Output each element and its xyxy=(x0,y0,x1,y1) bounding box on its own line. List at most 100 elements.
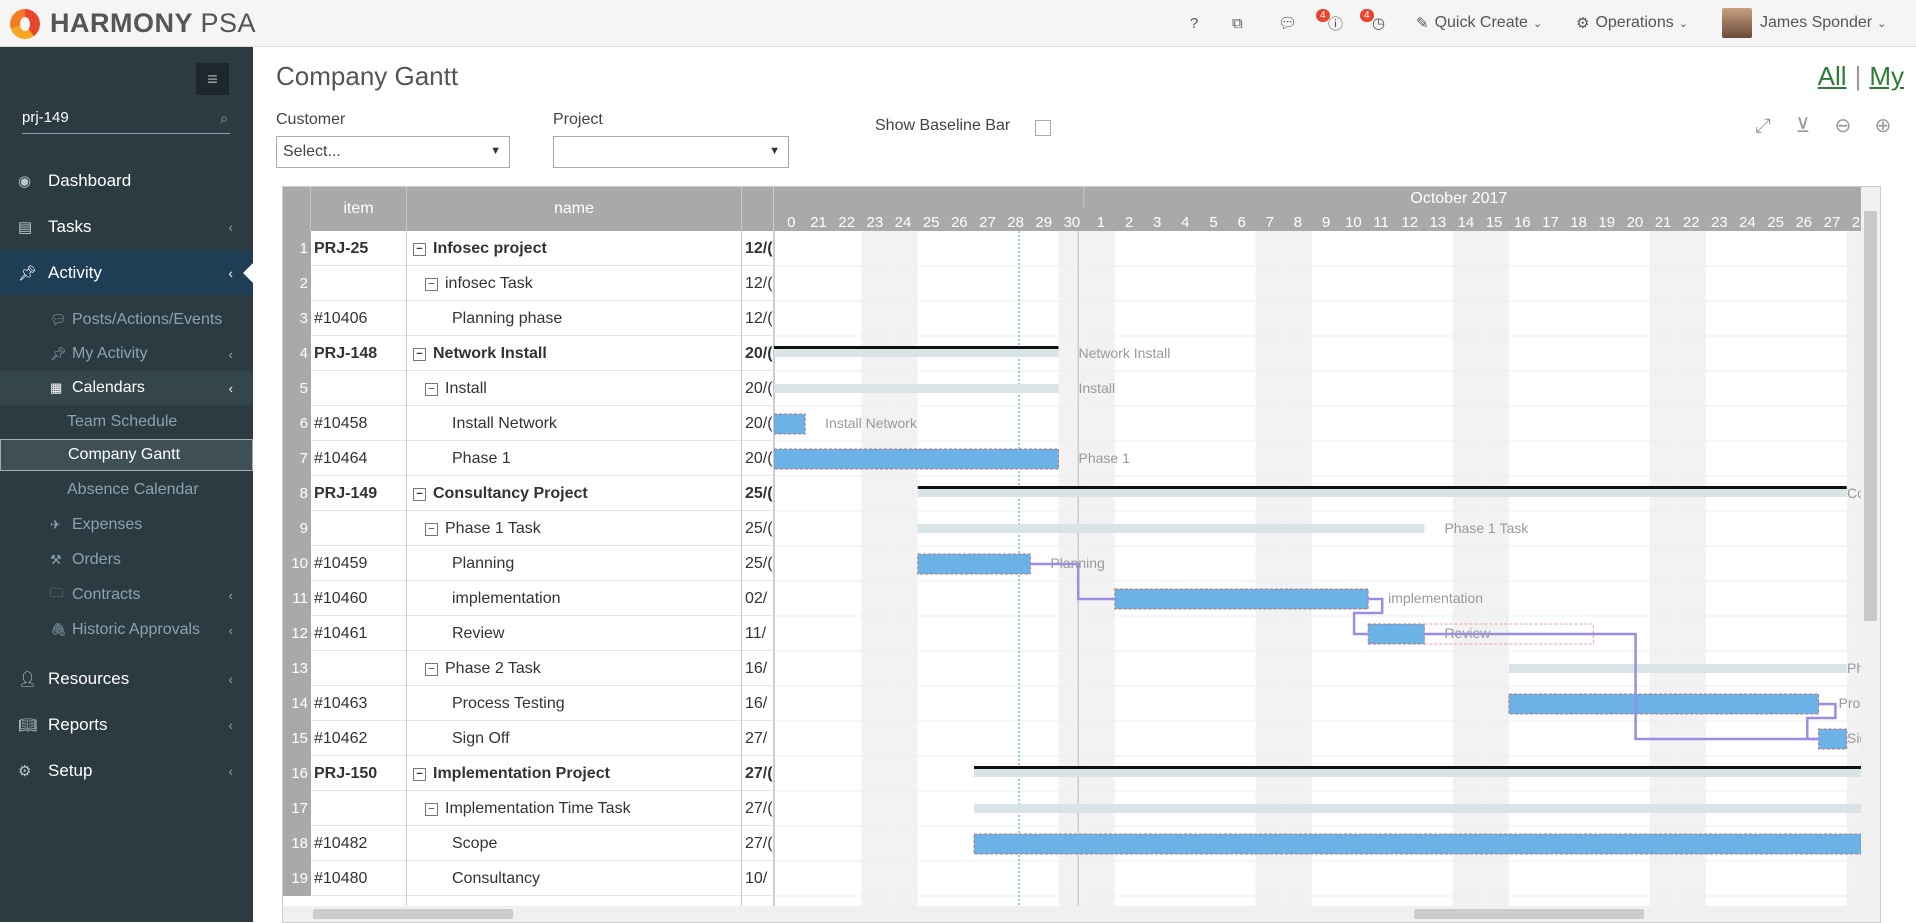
table-row[interactable]: 5−Install20/( xyxy=(283,371,774,406)
name-cell: −Phase 2 Task xyxy=(425,651,737,686)
customer-select[interactable]: Select...▼ xyxy=(276,136,510,168)
table-row[interactable]: 8PRJ-149−Consultancy Project25/( xyxy=(283,476,774,511)
help-button[interactable]: ? xyxy=(1190,0,1198,46)
sidebar-item-calendars[interactable]: ▦Calendars‹ xyxy=(0,371,253,405)
collapse-toggle-icon[interactable]: − xyxy=(413,768,426,781)
vertical-scroll-thumb[interactable] xyxy=(1864,211,1877,621)
timeline-horizontal-scrollbar[interactable] xyxy=(774,906,1880,922)
collapse-toggle-icon[interactable]: − xyxy=(413,348,426,361)
column-header-item[interactable]: item xyxy=(311,187,407,231)
sidebar-item-activity[interactable]: 📌︎Activity‹ xyxy=(0,251,253,295)
table-row[interactable]: 16PRJ-150−Implementation Project27/( xyxy=(283,756,774,791)
vertical-scrollbar[interactable] xyxy=(1861,187,1880,905)
table-row[interactable]: 9−Phase 1 Task25/( xyxy=(283,511,774,546)
grid-horizontal-scrollbar[interactable] xyxy=(283,906,774,922)
sidebar-item-absence-calendar[interactable]: Absence Calendar xyxy=(0,473,253,507)
collapse-toggle-icon[interactable]: − xyxy=(425,523,438,536)
search-icon[interactable]: ⌕ xyxy=(220,110,228,127)
export-button[interactable]: ⊻ xyxy=(1790,113,1816,139)
fullscreen-button[interactable]: ⤢ xyxy=(1750,113,1776,139)
sidebar-item-contracts[interactable]: 🗀︎Contracts‹ xyxy=(0,578,253,612)
my-link[interactable]: My xyxy=(1869,61,1904,91)
customer-select-value: Select... xyxy=(283,143,341,161)
pin-icon: 📌︎ xyxy=(50,346,72,362)
clock-notifications-button[interactable]: 4 ◷ xyxy=(1372,0,1402,46)
table-row[interactable]: 10#10459Planning25/( xyxy=(283,546,774,581)
task-bar[interactable] xyxy=(974,834,1861,854)
table-row[interactable]: 6#10458Install Network20/( xyxy=(283,406,774,441)
item-cell: #10480 xyxy=(314,861,404,896)
table-row[interactable]: 11#10460implementation02/ xyxy=(283,581,774,616)
sidebar-item-label: Company Gantt xyxy=(68,446,180,464)
chat-button[interactable]: 💬︎ xyxy=(1278,0,1297,46)
project-summary-bar[interactable] xyxy=(774,349,1059,357)
copy-button[interactable]: ⧉ xyxy=(1232,0,1243,46)
user-menu[interactable]: James Sponder⌄ xyxy=(1722,0,1886,46)
table-row[interactable]: 17−Implementation Time Task27/( xyxy=(283,791,774,826)
task-group-bar[interactable] xyxy=(1509,664,1847,673)
table-row[interactable]: 19#10480Consultancy10/ xyxy=(283,861,774,896)
project-summary-bar[interactable] xyxy=(974,769,1861,777)
table-row[interactable]: 15#10462Sign Off27/ xyxy=(283,721,774,756)
task-bar[interactable] xyxy=(774,414,805,434)
project-select[interactable]: ▼ xyxy=(553,136,789,168)
collapse-toggle-icon[interactable]: − xyxy=(425,663,438,676)
task-group-bar[interactable] xyxy=(774,384,1059,393)
sidebar-item-resources[interactable]: 👤︎Resources‹ xyxy=(0,657,253,701)
task-bar[interactable] xyxy=(1819,729,1847,749)
sidebar-item-posts-actions-events[interactable]: 💬︎Posts/Actions/Events xyxy=(0,303,253,337)
task-bar[interactable] xyxy=(774,449,1059,469)
table-row[interactable]: 18#10482Scope27/( xyxy=(283,826,774,861)
chevron-down-icon: ⌄ xyxy=(1533,17,1542,30)
task-bar[interactable] xyxy=(1509,694,1819,714)
all-link[interactable]: All xyxy=(1818,61,1847,91)
column-header-name[interactable]: name xyxy=(407,187,742,231)
collapse-toggle-icon[interactable]: − xyxy=(413,243,426,256)
sidebar-item-tasks[interactable]: ▤Tasks‹ xyxy=(0,205,253,249)
sidebar-item-historic-approvals[interactable]: 🖇︎Historic Approvals‹ xyxy=(0,613,253,647)
column-header-start[interactable] xyxy=(742,187,774,231)
operations-menu[interactable]: ⚙ Operations⌄ xyxy=(1576,0,1688,46)
task-bar[interactable] xyxy=(1368,624,1424,644)
table-row[interactable]: 1PRJ-25−Infosec project12/( xyxy=(283,231,774,266)
task-group-bar[interactable] xyxy=(974,804,1861,813)
folder-icon: 🗀︎ xyxy=(50,584,72,606)
sidebar-item-setup[interactable]: ⚙Setup‹ xyxy=(0,749,253,793)
collapse-toggle-icon[interactable]: − xyxy=(413,488,426,501)
table-row[interactable]: 4PRJ-148−Network Install20/( xyxy=(283,336,774,371)
baseline-checkbox[interactable] xyxy=(1035,120,1051,136)
table-row[interactable]: 13−Phase 2 Task16/ xyxy=(283,651,774,686)
task-bar[interactable] xyxy=(1115,589,1368,609)
collapse-toggle-icon[interactable]: − xyxy=(425,278,438,291)
task-name: Consultancy xyxy=(452,870,540,887)
table-row[interactable]: 14#10463Process Testing16/ xyxy=(283,686,774,721)
brand-logo[interactable]: HARMONY PSA xyxy=(10,8,256,39)
table-row[interactable]: 12#10461Review11/ xyxy=(283,616,774,651)
sidebar-item-orders[interactable]: ⚒Orders xyxy=(0,543,253,577)
project-summary-bar[interactable] xyxy=(918,489,1847,497)
quick-create-menu[interactable]: ✎ Quick Create⌄ xyxy=(1416,0,1542,46)
table-row[interactable]: 7#10464Phase 120/( xyxy=(283,441,774,476)
grid-scroll-thumb[interactable] xyxy=(313,909,513,919)
zoom-in-button[interactable]: ⊕ xyxy=(1870,113,1896,139)
info-notifications-button[interactable]: 4 ⓘ xyxy=(1328,0,1358,46)
task-group-bar[interactable] xyxy=(918,524,1425,533)
row-number: 4 xyxy=(283,336,311,371)
sidebar-search-input[interactable] xyxy=(22,107,202,128)
timeline-scroll-thumb[interactable] xyxy=(1414,909,1644,919)
table-row[interactable]: 3#10406Planning phase12/( xyxy=(283,301,774,336)
sidebar-item-my-activity[interactable]: 📌︎My Activity‹ xyxy=(0,337,253,371)
zoom-out-button[interactable]: ⊖ xyxy=(1830,113,1856,139)
sidebar-item-reports[interactable]: 📖︎Reports‹ xyxy=(0,703,253,747)
sidebar-item-dashboard[interactable]: ◉Dashboard xyxy=(0,159,253,203)
collapse-toggle-icon[interactable]: − xyxy=(425,383,438,396)
task-bar[interactable] xyxy=(918,554,1031,574)
sidebar-toggle-button[interactable]: ≡ xyxy=(196,63,229,95)
item-cell: #10464 xyxy=(314,441,404,476)
table-row[interactable]: 2−infosec Task12/( xyxy=(283,266,774,301)
sidebar-item-company-gantt[interactable]: Company Gantt xyxy=(0,439,253,471)
sidebar-item-team-schedule[interactable]: Team Schedule xyxy=(0,405,253,439)
collapse-toggle-icon[interactable]: − xyxy=(425,803,438,816)
sidebar-item-expenses[interactable]: ✈Expenses xyxy=(0,508,253,542)
info-badge: 4 xyxy=(1316,9,1330,22)
